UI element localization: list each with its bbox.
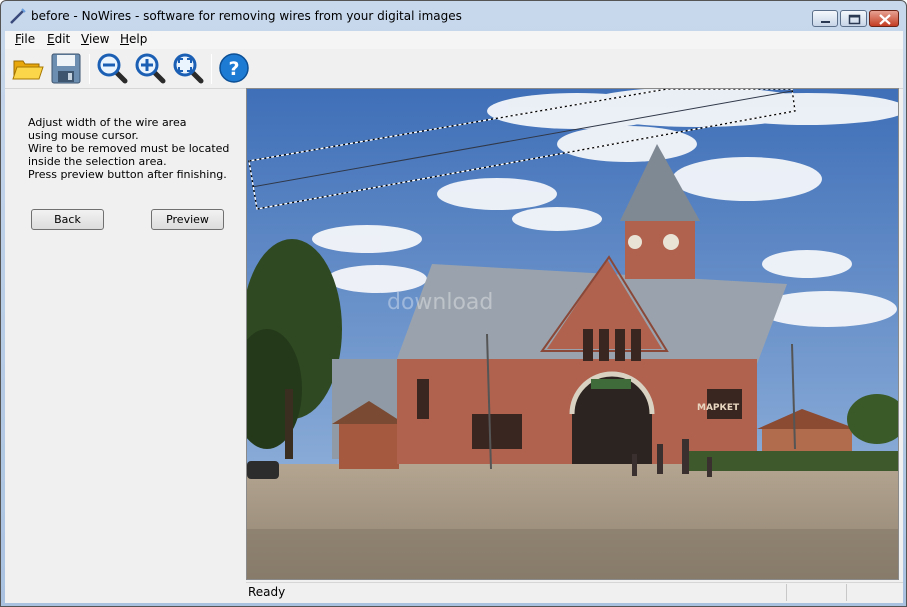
image-canvas[interactable]: МАРКЕТ download <box>246 88 899 580</box>
status-bar: Ready <box>246 582 903 602</box>
window-title: before - NoWires - software for removing… <box>31 9 462 23</box>
help-button[interactable]: ? <box>217 51 251 85</box>
menu-edit[interactable]: Edit <box>43 32 74 46</box>
title-bar[interactable]: before - NoWires - software for removing… <box>1 1 906 31</box>
instruction-line: Adjust width of the wire area <box>28 116 187 129</box>
maximize-icon <box>848 14 861 25</box>
instruction-line: inside the selection area. <box>28 155 167 168</box>
zoom-fit-button[interactable] <box>171 51 205 85</box>
menu-file[interactable]: File <box>11 32 39 46</box>
instruction-line: using mouse cursor. <box>28 129 139 142</box>
minimize-icon <box>821 21 830 23</box>
back-button[interactable]: Back <box>31 209 104 230</box>
status-cell <box>786 584 787 601</box>
toolbar-separator <box>89 54 90 84</box>
menu-help[interactable]: Help <box>116 32 151 46</box>
zoom-fit-icon <box>173 53 204 84</box>
close-button[interactable] <box>869 10 899 27</box>
status-text: Ready <box>248 585 286 599</box>
instructions-text: Adjust width of the wire area using mous… <box>28 116 238 181</box>
save-icon <box>51 53 81 84</box>
close-icon <box>879 14 891 25</box>
zoom-out-icon <box>97 53 128 84</box>
car <box>247 461 279 479</box>
open-button[interactable] <box>11 51 45 85</box>
photo-scene: МАРКЕТ download <box>247 89 898 579</box>
toolbar: ? <box>5 49 903 89</box>
preview-button[interactable]: Preview <box>151 209 224 230</box>
wire-app-icon <box>10 8 26 24</box>
svg-text:?: ? <box>228 58 239 80</box>
menu-bar: File Edit View Help <box>5 31 903 49</box>
menu-view[interactable]: View <box>77 32 113 46</box>
watermark: download <box>387 290 493 315</box>
instruction-line: Press preview button after finishing. <box>28 168 227 181</box>
help-icon: ? <box>219 53 249 83</box>
save-button[interactable] <box>49 51 83 85</box>
client-area: File Edit View Help ? Adjust width of th… <box>5 31 903 603</box>
shop-sign: МАРКЕТ <box>697 403 740 413</box>
zoom-out-button[interactable] <box>95 51 129 85</box>
minimize-button[interactable] <box>812 10 838 27</box>
instruction-panel: Adjust width of the wire area using mous… <box>5 90 245 582</box>
open-folder-icon <box>12 60 44 80</box>
zoom-in-button[interactable] <box>133 51 167 85</box>
zoom-in-icon <box>135 53 166 84</box>
toolbar-separator <box>211 54 212 84</box>
status-cell <box>846 584 847 601</box>
maximize-button[interactable] <box>840 10 867 27</box>
app-window: before - NoWires - software for removing… <box>0 0 907 607</box>
instruction-line: Wire to be removed must be located <box>28 142 230 155</box>
